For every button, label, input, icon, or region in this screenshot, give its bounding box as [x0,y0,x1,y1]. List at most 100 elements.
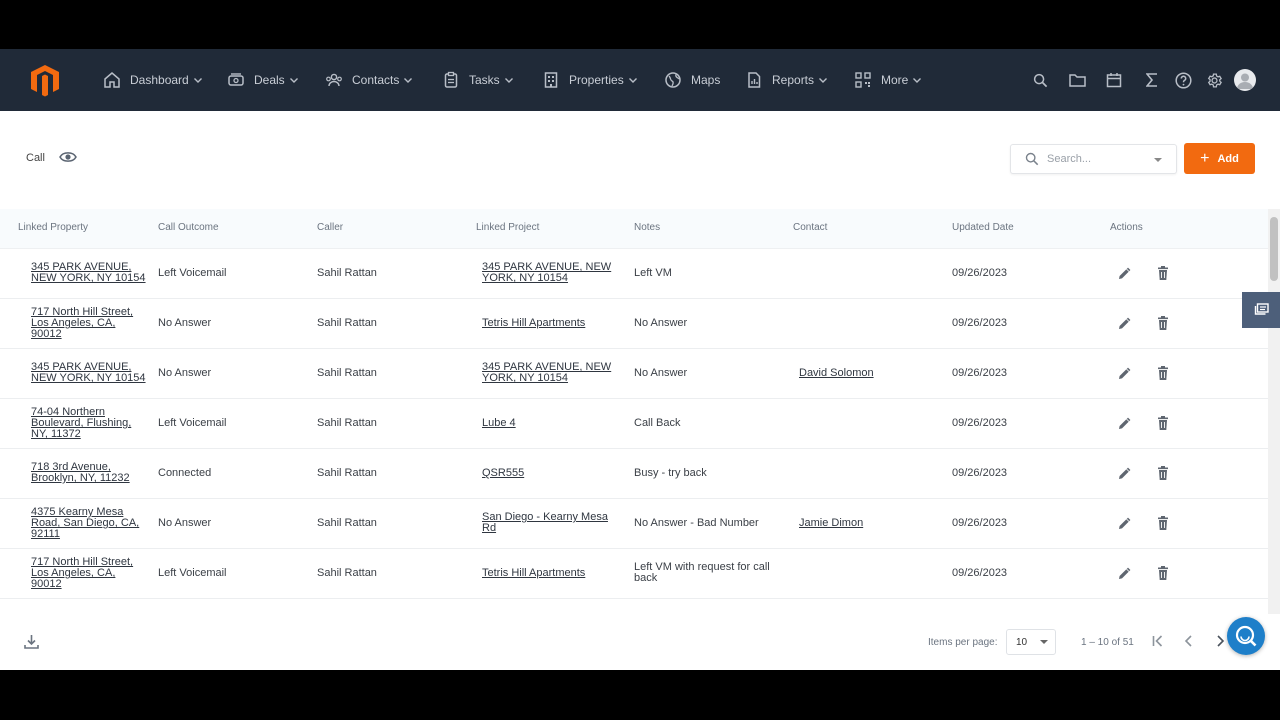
col-actions-header[interactable]: Actions [1110,222,1143,233]
linked-property-link[interactable]: NEW YORK, NY 10154 [31,273,146,284]
sigma-icon[interactable] [1142,70,1162,90]
nav-item-dashboard[interactable]: Dashboard [103,49,203,111]
eye-icon[interactable] [59,150,77,164]
linked-project-link[interactable]: QSR555 [482,468,524,479]
previous-page-icon[interactable] [1181,633,1197,649]
table-row[interactable]: 717 North Hill Street, Los Angeles, CA, 90… [0,549,1268,599]
call-outcome: No Answer [158,317,212,329]
edit-icon[interactable] [1117,265,1133,281]
folder-icon[interactable] [1067,70,1087,90]
delete-icon[interactable] [1155,315,1171,331]
col-contact-header[interactable]: Contact [793,222,827,233]
linked-project-link[interactable]: Lube 4 [482,418,516,429]
pagination-range: 1 – 10 of 51 [1081,637,1134,648]
table-row[interactable]: 1 Vanderbilt Avenue, [0,599,1268,614]
globe-icon [664,71,682,89]
add-button[interactable]: + Add [1184,143,1255,174]
linked-project-link[interactable]: YORK, NY 10154 [482,273,568,284]
next-page-icon[interactable] [1212,633,1228,649]
caller-name: Sahil Rattan [317,417,377,429]
chevron-down-icon [193,75,203,85]
calendar-icon[interactable] [1104,70,1124,90]
scrollbar-thumb[interactable] [1270,217,1278,281]
col-linked-property-header[interactable]: Linked Property [18,222,88,233]
edit-icon[interactable] [1117,515,1133,531]
table-row[interactable]: 74-04 Northern Boulevard, Flushing, NY, 11… [0,399,1268,449]
col-caller-header[interactable]: Caller [317,222,343,233]
clipboard-icon [442,71,460,89]
linked-project-link[interactable]: San Diego - Kearny Mesa [482,512,608,523]
search-dropdown-icon[interactable] [1154,158,1162,162]
contact-link[interactable]: Jamie Dimon [799,518,863,529]
table-row[interactable]: 718 3rd Avenue, Brooklyn, NY, 11232 Connec… [0,449,1268,499]
linked-property-link[interactable]: 92111 [31,529,60,540]
side-panel-toggle-button[interactable] [1242,292,1280,328]
delete-icon[interactable] [1155,365,1171,381]
col-linked-project-header[interactable]: Linked Project [476,222,539,233]
linked-property-link[interactable]: NEW YORK, NY 10154 [31,373,146,384]
edit-icon[interactable] [1117,415,1133,431]
chevron-down-icon [504,75,514,85]
updated-date: 09/26/2023 [952,517,1008,529]
col-updated-date-header[interactable]: Updated Date [952,222,1014,233]
caller-name: Sahil Rattan [317,367,377,379]
user-avatar[interactable] [1234,69,1256,91]
items-per-page-select[interactable]: 10 [1006,629,1056,655]
linked-project-link[interactable]: YORK, NY 10154 [482,373,568,384]
contact-link[interactable]: David Solomon [799,368,874,379]
col-call-outcome-header[interactable]: Call Outcome [158,222,219,233]
nav-item-label: More [881,73,909,87]
updated-date: 09/26/2023 [952,467,1008,479]
linked-property-link[interactable]: 90012 [31,329,62,340]
notes-text: Left VM [634,267,672,279]
linked-project-link[interactable]: Tetris Hill Apartments [482,568,585,579]
delete-icon[interactable] [1155,515,1171,531]
col-notes-header[interactable]: Notes [634,222,660,233]
delete-icon[interactable] [1155,565,1171,581]
table-row[interactable]: 345 PARK AVENUE, NEW YORK, NY 10154 Left V… [0,249,1268,299]
updated-date: 09/26/2023 [952,317,1008,329]
nav-item-reports[interactable]: Reports [745,49,828,111]
table-scrollbar[interactable] [1268,209,1280,614]
nav-item-contacts[interactable]: Contacts [325,49,413,111]
linked-project-link[interactable]: Rd [482,523,496,534]
delete-icon[interactable] [1155,415,1171,431]
nav-item-more[interactable]: More [854,49,922,111]
table-row[interactable]: 4375 Kearny Mesa Road, San Diego, CA, 9211… [0,499,1268,549]
table-row[interactable]: 717 North Hill Street, Los Angeles, CA, 90… [0,299,1268,349]
table-row[interactable]: 345 PARK AVENUE, NEW YORK, NY 10154 No Ans… [0,349,1268,399]
chevron-down-icon [628,75,638,85]
help-icon[interactable] [1173,70,1193,90]
stacked-cards-icon [1254,303,1269,315]
nav-item-tasks[interactable]: Tasks [442,49,514,111]
notes-text: back [634,572,658,584]
search-icon[interactable] [1030,70,1050,90]
nav-item-maps[interactable]: Maps [664,49,720,111]
call-outcome: Left Voicemail [158,567,227,579]
nav-item-properties[interactable]: Properties [542,49,638,111]
updated-date: 09/26/2023 [952,417,1008,429]
first-page-icon[interactable] [1150,633,1166,649]
linked-property-link[interactable]: NY, 11372 [31,429,81,440]
search-input[interactable] [1047,153,1147,165]
caller-name: Sahil Rattan [317,317,377,329]
delete-icon[interactable] [1155,265,1171,281]
add-button-label: Add [1217,152,1239,165]
edit-icon[interactable] [1117,465,1133,481]
chevron-down-icon [818,75,828,85]
search-field[interactable] [1010,144,1177,174]
download-icon[interactable] [23,633,40,650]
delete-icon[interactable] [1155,465,1171,481]
gear-icon[interactable] [1204,70,1224,90]
linked-property-link[interactable]: Brooklyn, NY, 11232 [31,473,130,484]
help-search-button[interactable] [1227,617,1265,655]
linked-project-link[interactable]: Tetris Hill Apartments [482,318,585,329]
edit-icon[interactable] [1117,565,1133,581]
magnifier-icon [1235,625,1257,647]
nav-item-deals[interactable]: Deals [227,49,299,111]
edit-icon[interactable] [1117,365,1133,381]
brand-logo-icon[interactable] [28,63,62,97]
home-icon [103,71,121,89]
edit-icon[interactable] [1117,315,1133,331]
linked-property-link[interactable]: 90012 [31,579,62,590]
